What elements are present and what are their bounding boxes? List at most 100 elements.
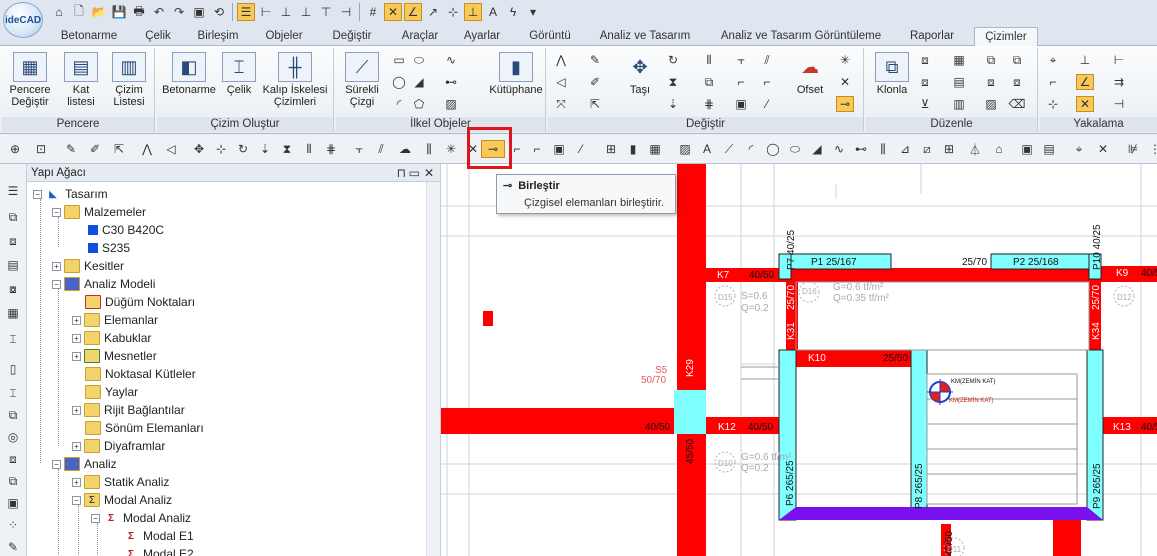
dimension-icon[interactable]: ⊷ (852, 140, 870, 158)
grid-icon[interactable]: ▦ (950, 52, 968, 68)
chamfer-icon[interactable]: ⌐ (758, 74, 776, 90)
expand-icon[interactable]: + (72, 333, 81, 343)
tree-node-modal-e2[interactable]: Σ Modal E2 (123, 545, 194, 556)
distribute-icon[interactable]: ⧉ (700, 74, 718, 90)
redo-icon[interactable]: ↷ (170, 3, 188, 21)
explode-icon[interactable]: ✳ (442, 140, 460, 158)
wave-line-icon[interactable]: ∿ (830, 140, 848, 158)
array-icon[interactable]: ⋕ (700, 96, 718, 112)
polygon-icon[interactable]: ⬠ (410, 96, 428, 112)
picture-icon[interactable]: ▨ (442, 96, 460, 112)
hatch-icon[interactable]: ◢ (808, 140, 826, 158)
drawing-canvas[interactable]: K7 40/50 P1 25/167 K8 25/70 P2 25/168 K9… (441, 164, 1157, 556)
tab-goruntu[interactable]: Görüntü (518, 27, 582, 46)
brush-icon[interactable]: ✐ (586, 74, 604, 90)
arc-icon[interactable]: ◜ (742, 140, 760, 158)
snap-point-icon[interactable]: ⌖ (1070, 140, 1088, 158)
pen-icon[interactable]: ✎ (4, 538, 22, 556)
home-icon[interactable]: ⌂ (50, 3, 68, 21)
align-left-icon[interactable]: ⊢ (257, 3, 275, 21)
snap-end-icon[interactable]: ⊥ (297, 3, 315, 21)
tree-nodes-icon[interactable]: ⧇ (4, 280, 22, 298)
extend-icon[interactable]: ⫟ (350, 140, 368, 158)
close-icon[interactable]: ✕ (424, 164, 434, 182)
text-scale-icon[interactable]: A (484, 3, 502, 21)
tab-degistir[interactable]: Değiştir (322, 27, 382, 46)
table-icon[interactable]: ▤ (950, 74, 968, 90)
collapse-icon[interactable]: − (52, 279, 61, 289)
klonla-button[interactable]: ⧉ Klonla (870, 52, 914, 96)
join-icon[interactable]: ⊸ (836, 96, 854, 112)
pencil-icon[interactable]: ✎ (586, 52, 604, 68)
tree-node-modal-e1[interactable]: Σ Modal E1 (123, 527, 194, 545)
break-icon[interactable]: ⫽ (372, 140, 390, 158)
app-logo[interactable]: ideCAD (3, 2, 43, 38)
dimension-icon[interactable]: ⊷ (442, 74, 460, 90)
snap-perpendicular-icon[interactable]: ⊥ (277, 3, 295, 21)
pen-icon[interactable]: ✎ (62, 140, 80, 158)
dimension-text-icon[interactable]: ⊯ (1124, 140, 1142, 158)
flip-icon[interactable]: ⇣ (256, 140, 274, 158)
new-file-icon[interactable]: 🗋 (70, 3, 88, 21)
collapse-icon[interactable]: − (52, 207, 61, 217)
tree-node-analiz[interactable]: − Analiz (52, 455, 117, 473)
celik-button[interactable]: ⌶ Çelik (219, 52, 259, 96)
brush-icon[interactable]: ✐ (86, 140, 104, 158)
grid-icon[interactable]: ▦ (646, 140, 664, 158)
tab-objeler[interactable]: Objeler (256, 27, 312, 46)
ungroup-icon[interactable]: ⧈ (982, 74, 1000, 90)
copy-icon[interactable]: ⧉ (4, 472, 22, 490)
tree-node-dugum-noktalari[interactable]: Düğüm Noktaları (85, 293, 195, 311)
align-icon[interactable]: ⫴ (300, 140, 318, 158)
polyline-icon[interactable]: ⟋ (720, 140, 738, 158)
fillet-icon[interactable]: ◁ (552, 74, 570, 90)
tree-edit-icon[interactable]: ⧈ (4, 232, 22, 250)
lightning-icon[interactable]: ϟ (504, 3, 522, 21)
surekli-cizgi-button[interactable]: ⟋ Sürekli Çizgi (338, 52, 386, 108)
rotate-icon[interactable]: ↻ (234, 140, 252, 158)
tree-node-modal-analiz-sub[interactable]: − Σ Modal Analiz (91, 509, 191, 527)
tree-node-yaylar[interactable]: Yaylar (85, 383, 138, 401)
tree-node-diyaframlar[interactable]: + Diyaframlar (72, 437, 165, 455)
expand-icon[interactable]: + (72, 441, 81, 451)
tree-node-c30-b420c[interactable]: C30 B420C (85, 221, 164, 239)
tab-ayarlar[interactable]: Ayarlar (456, 27, 508, 46)
mirror-icon[interactable]: ⧗ (278, 140, 296, 158)
print-icon[interactable]: 🖶 (130, 3, 148, 21)
snap-node-icon[interactable]: ⊤ (317, 3, 335, 21)
midpoint-icon[interactable]: ⊹ (444, 3, 462, 21)
library-icon[interactable]: ▮ (624, 140, 642, 158)
tasi-button[interactable]: ✥ Taşı (618, 52, 662, 96)
stack-icon[interactable]: ⧉ (4, 406, 22, 424)
kat-listesi-button[interactable]: ▤ Kat listesi (58, 52, 104, 108)
tab-celik[interactable]: Çelik (136, 27, 180, 46)
refresh-icon[interactable]: ⟲ (210, 3, 228, 21)
rotate-icon[interactable]: ↻ (664, 52, 682, 68)
zoom-icon[interactable]: ⊕ (6, 140, 24, 158)
snap-point-icon[interactable]: ⌖ (1044, 52, 1062, 68)
window-icon[interactable]: ▣ (1018, 140, 1036, 158)
expand-icon[interactable]: + (72, 477, 81, 487)
layer-up-icon[interactable]: ⧈ (916, 52, 934, 68)
arc-icon[interactable]: ◜ (390, 96, 408, 112)
explode-icon[interactable]: ✳ (836, 52, 854, 68)
snap-cross-icon[interactable]: ✕ (1076, 96, 1094, 112)
elevation-icon[interactable]: ⏃ (966, 140, 984, 158)
collapse-icon[interactable]: − (33, 189, 42, 199)
snap-node-right-icon[interactable]: ⊢ (1110, 52, 1128, 68)
kalip-iskelesi-button[interactable]: ╫ Kalıp İskelesi Çizimleri (259, 52, 331, 108)
layer-icon[interactable]: ☰ (237, 3, 255, 21)
cloud-shape-icon[interactable]: ⬭ (786, 140, 804, 158)
rectangle-icon[interactable]: ▭ (390, 52, 408, 68)
snap-corner-icon[interactable]: ⌐ (1044, 74, 1062, 90)
fillet-icon[interactable]: ◁ (162, 140, 180, 158)
edit-dimension-icon[interactable]: ⧄ (918, 140, 936, 158)
layer-down-icon[interactable]: ⧈ (916, 74, 934, 90)
picture-icon[interactable]: ▨ (676, 140, 694, 158)
tree-node-malzemeler[interactable]: − Malzemeler (52, 203, 146, 221)
tree-node-elemanlar[interactable]: + Elemanlar (72, 311, 158, 329)
tree-node-modal-analiz[interactable]: − Σ Modal Analiz (72, 491, 172, 509)
copy-move-icon[interactable]: ⊹ (212, 140, 230, 158)
pin-icon[interactable]: ⊓ (397, 164, 406, 182)
angle-snap-icon[interactable]: ∠ (404, 3, 422, 21)
